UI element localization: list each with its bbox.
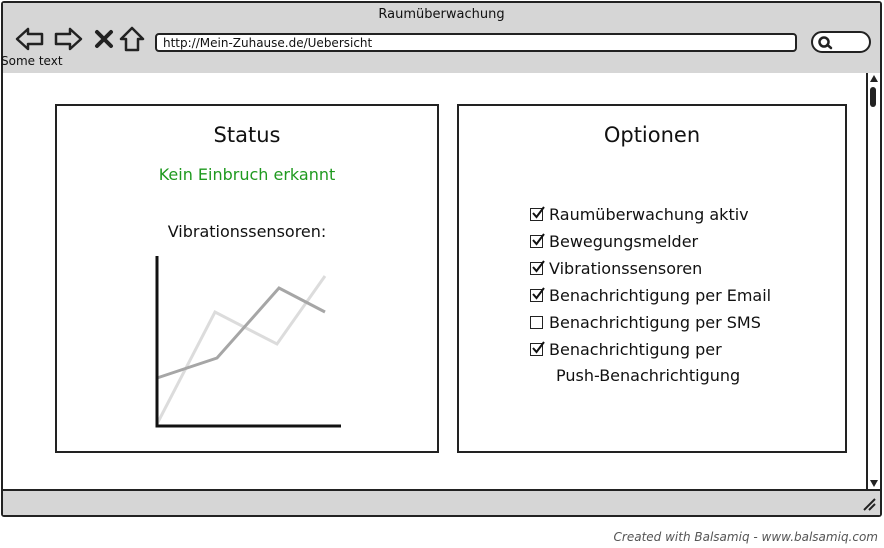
search-icon bbox=[818, 36, 833, 50]
status-panel: Status Kein Einbruch erkannt Vibrationss… bbox=[55, 104, 439, 453]
option-label-line1: Benachrichtigung per bbox=[549, 340, 722, 359]
vibration-sensors-label: Vibrationssensoren: bbox=[167, 222, 327, 241]
home-icon bbox=[119, 26, 145, 52]
status-bar bbox=[3, 489, 880, 515]
arrow-left-icon bbox=[15, 27, 44, 51]
scroll-down-icon[interactable] bbox=[870, 480, 878, 487]
checkmark-icon bbox=[532, 206, 545, 219]
back-button[interactable] bbox=[15, 25, 45, 53]
arrow-right-icon bbox=[54, 27, 83, 51]
scroll-up-icon[interactable] bbox=[870, 75, 878, 82]
option-label: Raumüberwachung aktiv bbox=[549, 205, 749, 224]
checkbox-unchecked[interactable] bbox=[530, 316, 543, 329]
options-title: Optionen bbox=[603, 123, 701, 147]
options-panel: Optionen Raumüberwachung aktiv Bewegungs… bbox=[457, 104, 847, 453]
option-sms[interactable]: Benachrichtigung per SMS bbox=[530, 312, 771, 339]
checkmark-icon bbox=[532, 341, 545, 354]
toolbar-caption: Some text bbox=[1, 54, 63, 68]
home-button[interactable] bbox=[117, 25, 147, 53]
checkbox[interactable] bbox=[530, 233, 545, 248]
stop-button[interactable] bbox=[89, 25, 119, 53]
status-message: Kein Einbruch erkannt bbox=[158, 165, 336, 184]
option-raumueberwachung[interactable]: Raumüberwachung aktiv bbox=[530, 204, 771, 231]
option-label: Bewegungsmelder bbox=[549, 232, 699, 251]
vibration-chart bbox=[155, 256, 341, 428]
option-label: Benachrichtigung per Push-Benachrichtigu… bbox=[549, 339, 740, 387]
resize-grip-icon[interactable] bbox=[862, 497, 876, 511]
options-list: Raumüberwachung aktiv Bewegungsmelder Vi… bbox=[530, 204, 771, 387]
close-icon bbox=[95, 30, 113, 48]
checkbox[interactable] bbox=[530, 206, 545, 221]
option-label: Vibrationssensoren bbox=[549, 259, 703, 278]
checkmark-icon bbox=[532, 260, 545, 273]
option-push[interactable]: Benachrichtigung per Push-Benachrichtigu… bbox=[530, 339, 771, 387]
vibration-line-dark bbox=[156, 286, 326, 380]
option-email[interactable]: Benachrichtigung per Email bbox=[530, 285, 771, 312]
option-vibrationssensoren[interactable]: Vibrationssensoren bbox=[530, 258, 771, 285]
scroll-thumb[interactable] bbox=[870, 87, 876, 107]
checkbox[interactable] bbox=[530, 260, 545, 275]
checkbox[interactable] bbox=[530, 287, 545, 302]
option-label-line2: Push-Benachrichtigung bbox=[556, 366, 741, 385]
status-title: Status bbox=[213, 123, 281, 147]
browser-window: Raumüberwachung http://Mein-Zuhause.de/U… bbox=[1, 1, 882, 517]
checkmark-icon bbox=[532, 233, 545, 246]
forward-button[interactable] bbox=[53, 25, 83, 53]
checkbox[interactable] bbox=[530, 341, 545, 356]
vertical-scrollbar[interactable] bbox=[866, 73, 880, 489]
search-box[interactable] bbox=[811, 31, 871, 53]
balsamiq-credit: Created with Balsamiq - www.balsamiq.com bbox=[613, 530, 878, 544]
window-title: Raumüberwachung bbox=[378, 7, 505, 22]
address-bar[interactable]: http://Mein-Zuhause.de/Uebersicht bbox=[155, 33, 797, 52]
checkmark-icon bbox=[532, 287, 545, 300]
option-label: Benachrichtigung per Email bbox=[549, 286, 772, 305]
option-label: Benachrichtigung per SMS bbox=[549, 313, 761, 332]
title-bar: Raumüberwachung http://Mein-Zuhause.de/U… bbox=[1, 3, 880, 75]
chart-axes bbox=[155, 256, 341, 428]
option-bewegungsmelder[interactable]: Bewegungsmelder bbox=[530, 231, 771, 258]
page-content: Status Kein Einbruch erkannt Vibrationss… bbox=[3, 73, 866, 489]
